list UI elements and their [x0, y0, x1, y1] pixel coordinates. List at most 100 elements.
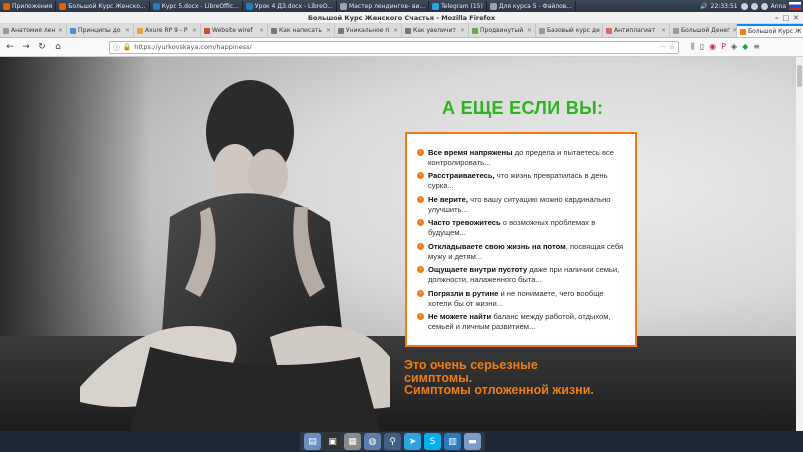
tab-close-icon[interactable]: ✕	[125, 27, 130, 34]
taskbar-task[interactable]: Telegram (15)	[429, 0, 487, 12]
url-text[interactable]: https://yurkovskaya.com/happiness/	[134, 43, 252, 51]
tab-close-icon[interactable]: ✕	[326, 27, 331, 34]
browser-tab[interactable]: Как увеличит ✕	[402, 24, 469, 37]
skype-icon[interactable]: S	[424, 433, 441, 450]
library-icon[interactable]: ⫼	[691, 42, 695, 52]
extension-icon[interactable]: ◆	[742, 42, 748, 52]
tab-close-icon[interactable]: ✕	[58, 27, 63, 34]
browser-tab[interactable]: Большой Курс Ж✕	[737, 24, 803, 37]
tab-favicon-icon	[137, 27, 143, 34]
pinterest-icon[interactable]: P	[721, 42, 726, 52]
menu-icon[interactable]: ≡	[753, 42, 760, 52]
chevron-bullet-icon: ›	[417, 266, 424, 274]
power-icon[interactable]	[760, 2, 768, 10]
chevron-bullet-icon: ›	[417, 242, 424, 250]
folder-icon[interactable]: ▬	[464, 433, 481, 450]
sidebar-icon[interactable]: ▯	[700, 42, 704, 52]
sheet-icon[interactable]: ▦	[344, 433, 361, 450]
taskbar-task[interactable]: Курс 5.docx - LibreOffic...	[150, 0, 243, 12]
task-label: Для курса 5 - Файлов...	[498, 2, 573, 10]
taskbar-task[interactable]: Урок 4 ДЗ.docx - LibreO...	[243, 0, 338, 12]
tagline-line-1: Это очень серьезные	[404, 358, 538, 372]
taskbar-task[interactable]: Большой Курс Женско...	[56, 0, 150, 12]
browser-tab[interactable]: Анатомия лен ✕	[0, 24, 67, 37]
tab-favicon-icon	[539, 27, 545, 34]
symptom-bold: Ощущаете внутри пустоту	[428, 265, 528, 275]
tab-favicon-icon	[405, 27, 411, 34]
forward-button[interactable]: →	[21, 42, 31, 52]
symptom-bold: Не можете найти	[428, 312, 492, 322]
apps-menu-button[interactable]: Приложения	[0, 0, 57, 12]
info-icon[interactable]: ⓘ	[113, 42, 120, 52]
page-scrollbar[interactable]	[796, 57, 803, 431]
volume-icon[interactable]: 🔊	[700, 3, 707, 10]
document-icon[interactable]: ▥	[444, 433, 461, 450]
page-actions-icon[interactable]: ···	[660, 43, 666, 51]
tab-close-icon[interactable]: ✕	[192, 27, 197, 34]
lock-icon: 🔒	[122, 43, 132, 51]
task-app-icon	[59, 2, 67, 10]
search-icon[interactable]: ⚲	[384, 433, 401, 450]
symptom-text: Все время напряжены до предела и пытаете…	[428, 148, 625, 167]
globe-icon[interactable]: ◍	[364, 433, 381, 450]
telegram-icon[interactable]: ➤	[404, 433, 421, 450]
task-app-icon	[489, 2, 497, 10]
browser-tab[interactable]: Принципы до ✕	[67, 24, 134, 37]
keyboard-layout-flag-icon[interactable]	[789, 2, 801, 10]
network-icon[interactable]	[740, 2, 748, 10]
bookmark-star-icon[interactable]: ☆	[669, 43, 675, 51]
tab-favicon-icon	[472, 27, 478, 34]
tab-close-icon[interactable]: ✕	[661, 27, 666, 34]
user-name[interactable]: Anna	[771, 3, 786, 10]
files-icon[interactable]: ▤	[304, 433, 321, 450]
terminal-icon[interactable]: ▣	[324, 433, 341, 450]
tab-close-icon[interactable]: ✕	[259, 27, 264, 34]
task-label: Урок 4 ДЗ.docx - LibreO...	[254, 2, 334, 10]
tab-label: Website wiref	[212, 27, 253, 34]
url-bar[interactable]: ⓘ 🔒 https://yurkovskaya.com/happiness/ ·…	[109, 40, 679, 54]
maximize-button[interactable]: □	[783, 14, 790, 22]
tab-close-icon[interactable]: ✕	[393, 27, 398, 34]
chevron-bullet-icon: ›	[417, 219, 424, 227]
browser-tab[interactable]: Axure RP 9 - P ✕	[134, 24, 201, 37]
tab-favicon-icon	[338, 27, 344, 34]
shield-icon[interactable]: ◈	[731, 42, 737, 52]
symptom-text: Часто тревожитесь о возможных проблемах …	[428, 218, 625, 237]
reload-button[interactable]: ↻	[37, 42, 47, 52]
browser-tab[interactable]: Антиплагиат ✕	[603, 24, 670, 37]
chevron-bullet-icon: ›	[417, 289, 424, 297]
browser-tab[interactable]: Базовый курс де✕	[536, 24, 603, 37]
system-tray: 🔊 22:33:51 Anna	[700, 0, 803, 12]
close-button[interactable]: ✕	[793, 14, 799, 22]
home-button[interactable]: ⌂	[53, 42, 63, 52]
tab-close-icon[interactable]: ✕	[460, 27, 465, 34]
tab-label: Продвинутый	[480, 27, 524, 34]
taskbar-task[interactable]: Для курса 5 - Файлов...	[487, 0, 577, 12]
symptom-item: › Все время напряжены до предела и пытает…	[417, 148, 625, 167]
minimize-button[interactable]: –	[775, 14, 779, 22]
tab-favicon-icon	[3, 27, 9, 34]
symptom-bold: Не верите,	[428, 194, 468, 204]
desktop-panel: Приложения Большой Курс Женско... Курс 5.…	[0, 0, 803, 12]
scrollbar-thumb[interactable]	[797, 65, 802, 87]
dock: ▤ ▣ ▦ ◍ ⚲ ➤ S ▥ ▬	[300, 432, 485, 451]
tab-close-icon[interactable]: ✕	[527, 27, 532, 34]
browser-tab[interactable]: Website wiref ✕	[201, 24, 268, 37]
bluetooth-icon[interactable]	[750, 2, 758, 10]
back-button[interactable]: ←	[5, 42, 15, 52]
task-app-icon	[340, 2, 348, 10]
browser-tab[interactable]: Как написать ✕	[268, 24, 335, 37]
tab-favicon-icon	[673, 27, 679, 34]
tab-label: Антиплагиат	[614, 27, 656, 34]
tab-label: Анатомия лен	[11, 27, 56, 34]
symptom-bold: Погрязли в рутине	[428, 288, 499, 298]
clock[interactable]: 22:33:51	[711, 3, 738, 10]
pocket-icon[interactable]: ◉	[709, 42, 716, 52]
browser-tab[interactable]: Продвинутый ✕	[469, 24, 536, 37]
tab-favicon-icon	[271, 27, 277, 34]
browser-tab[interactable]: Уникальное п ✕	[335, 24, 402, 37]
browser-tab[interactable]: Большой Денег ✕	[670, 24, 737, 37]
tab-label: Как увеличит	[413, 27, 456, 34]
taskbar-task[interactable]: Мастер лендингов- ви...	[337, 0, 430, 12]
symptom-item: › Ощущаете внутри пустоту даже при наличи…	[417, 265, 625, 284]
